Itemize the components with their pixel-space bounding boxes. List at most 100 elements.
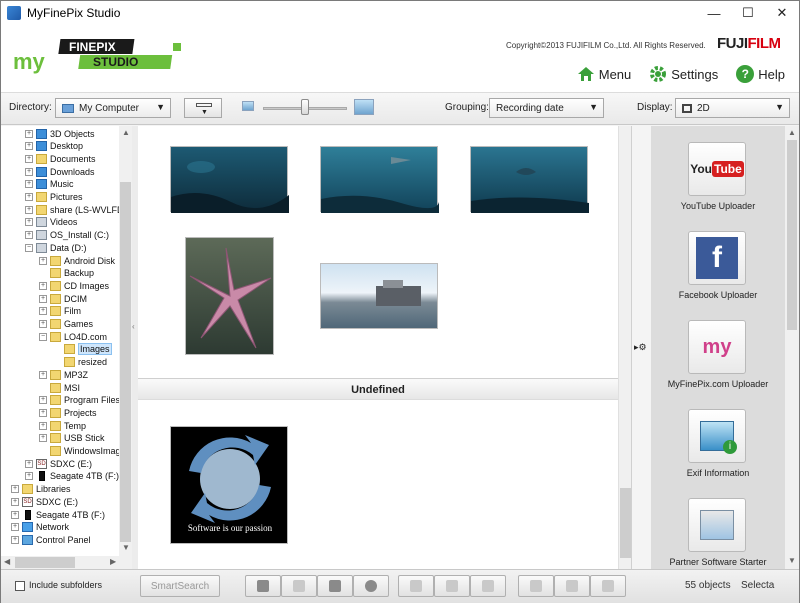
include-subfolders-checkbox[interactable] [15, 581, 25, 591]
expand-toggle-icon[interactable]: + [25, 129, 33, 138]
photo-thumbnail[interactable] [320, 263, 438, 329]
uploader-scroll-thumb[interactable] [787, 140, 797, 330]
smartsearch-button[interactable]: SmartSearch [140, 575, 220, 597]
tree-item[interactable]: + Control Panel [11, 533, 91, 546]
expand-toggle-icon[interactable]: + [39, 294, 47, 303]
tree-item[interactable]: + MP3Z [39, 368, 88, 381]
tree-item[interactable]: + Projects [39, 406, 97, 419]
thumbnail-scrollbar[interactable] [618, 126, 631, 569]
print-button[interactable] [281, 575, 317, 597]
tree-item[interactable]: resized [53, 356, 107, 369]
tree-item[interactable]: − Data (D:) [25, 241, 87, 254]
uploader-button[interactable]: f [688, 231, 746, 285]
expand-toggle-icon[interactable]: + [39, 370, 47, 379]
minimize-button[interactable]: — [697, 1, 731, 25]
expand-toggle-icon[interactable]: + [25, 193, 33, 201]
expand-toggle-icon[interactable]: + [25, 218, 33, 227]
tree-item[interactable]: + DCIM [39, 292, 87, 305]
tree-item[interactable]: + Pictures [25, 191, 83, 204]
expand-toggle-icon[interactable]: + [11, 510, 19, 519]
expand-toggle-icon[interactable]: + [39, 396, 47, 405]
grouping-select[interactable]: Recording date ▼ [489, 98, 604, 118]
panel-toggle-strip[interactable]: ▸⚙ [631, 126, 651, 569]
directory-select[interactable]: My Computer ▼ [55, 98, 171, 118]
expand-toggle-icon[interactable]: − [39, 332, 47, 341]
tree-item[interactable]: Images [53, 343, 112, 356]
tree-item[interactable]: + CD Images [39, 279, 109, 292]
photo-thumbnail[interactable] [320, 146, 440, 213]
expand-toggle-icon[interactable]: − [25, 243, 33, 252]
disc-button[interactable] [353, 575, 389, 597]
expand-toggle-icon[interactable]: + [39, 307, 47, 316]
cut-button[interactable] [590, 575, 626, 597]
tree-item[interactable]: + Videos [25, 216, 77, 229]
tree-item[interactable]: + Desktop [25, 140, 83, 153]
thumbnail-scroll-thumb[interactable] [620, 488, 631, 558]
expand-toggle-icon[interactable]: + [25, 154, 33, 163]
tree-item[interactable]: + USB Stick [39, 432, 105, 445]
slideshow-button[interactable] [245, 575, 281, 597]
zoom-slider-thumb[interactable] [301, 99, 309, 115]
paste-button[interactable] [554, 575, 590, 597]
expand-toggle-icon[interactable]: + [25, 167, 33, 176]
expand-toggle-icon[interactable]: + [11, 535, 19, 544]
tree-item[interactable]: + Music [25, 178, 74, 191]
settings-link[interactable]: Settings [649, 65, 718, 83]
tree-vertical-scrollbar[interactable]: ▲ ▼ [119, 126, 132, 556]
photo-thumbnail[interactable] [170, 146, 289, 213]
rotate-left-button[interactable] [398, 575, 434, 597]
tree-item[interactable]: +3D Objects [25, 127, 95, 140]
email-button[interactable] [317, 575, 353, 597]
expand-toggle-icon[interactable]: + [25, 142, 33, 151]
expand-toggle-icon[interactable]: + [39, 281, 47, 290]
expand-toggle-icon[interactable]: + [11, 523, 19, 532]
tree-item[interactable]: + OS_Install (C:) [25, 229, 109, 242]
select-button[interactable]: Selecta [741, 580, 774, 591]
uploader-button[interactable]: i [688, 409, 746, 463]
photo-thumbnail[interactable]: Software is our passion [170, 426, 288, 544]
expand-toggle-icon[interactable]: + [39, 421, 47, 430]
expand-toggle-icon[interactable]: + [39, 434, 47, 443]
tree-item[interactable]: + Documents [25, 152, 96, 165]
tree-item[interactable]: + Program Files [39, 394, 120, 407]
tree-item[interactable]: WindowsImag [39, 445, 121, 458]
photo-thumbnail[interactable] [185, 237, 274, 355]
tree-hscroll-thumb[interactable] [15, 557, 75, 568]
tree-item[interactable]: + Seagate 4TB (F:) [11, 508, 105, 521]
tree-item[interactable]: + share (LS-WVLFD [25, 203, 124, 216]
uploader-button[interactable]: my [688, 320, 746, 374]
uploader-scrollbar[interactable]: ▲ ▼ [785, 126, 799, 569]
expand-toggle-icon[interactable]: + [39, 320, 47, 328]
tree-item[interactable]: + Seagate 4TB (F:) [25, 470, 119, 483]
close-button[interactable]: ✕ [765, 1, 799, 25]
expand-toggle-icon[interactable]: + [39, 408, 47, 417]
tree-item[interactable]: MSI [39, 381, 80, 394]
expand-toggle-icon[interactable]: + [39, 256, 47, 265]
tree-item[interactable]: + Libraries [11, 483, 71, 496]
tree-item[interactable]: + Downloads [25, 165, 95, 178]
tree-item[interactable]: + Temp [39, 419, 86, 432]
tree-horizontal-scrollbar[interactable]: ◀ ▶ [1, 556, 132, 569]
expand-toggle-icon[interactable]: + [25, 180, 33, 189]
expand-toggle-icon[interactable]: + [25, 231, 33, 240]
tree-item[interactable]: + SD SDXC (E:) [11, 495, 78, 508]
tree-item[interactable]: + Games [39, 318, 93, 331]
tree-scroll-thumb[interactable] [120, 182, 131, 542]
copy-button[interactable] [518, 575, 554, 597]
tree-item[interactable]: − LO4D.com [39, 330, 107, 343]
display-select[interactable]: 2D ▼ [675, 98, 790, 118]
tree-item[interactable]: + SD SDXC (E:) [25, 457, 92, 470]
panel-settings-icon[interactable]: ▸⚙ [634, 342, 647, 353]
tree-item[interactable]: + Android Disk [39, 254, 115, 267]
rotate-right-button[interactable] [434, 575, 470, 597]
expand-toggle-icon[interactable]: + [25, 459, 33, 468]
expand-toggle-icon[interactable]: + [25, 472, 33, 481]
edit-button[interactable] [470, 575, 506, 597]
help-link[interactable]: ? Help [736, 65, 785, 83]
uploader-button[interactable]: You Tube [688, 142, 746, 196]
tree-item[interactable]: + Network [11, 521, 69, 534]
tree-item[interactable]: + Film [39, 305, 81, 318]
uploader-button[interactable] [688, 498, 746, 552]
expand-toggle-icon[interactable]: + [11, 497, 19, 506]
photo-thumbnail[interactable] [470, 146, 589, 213]
